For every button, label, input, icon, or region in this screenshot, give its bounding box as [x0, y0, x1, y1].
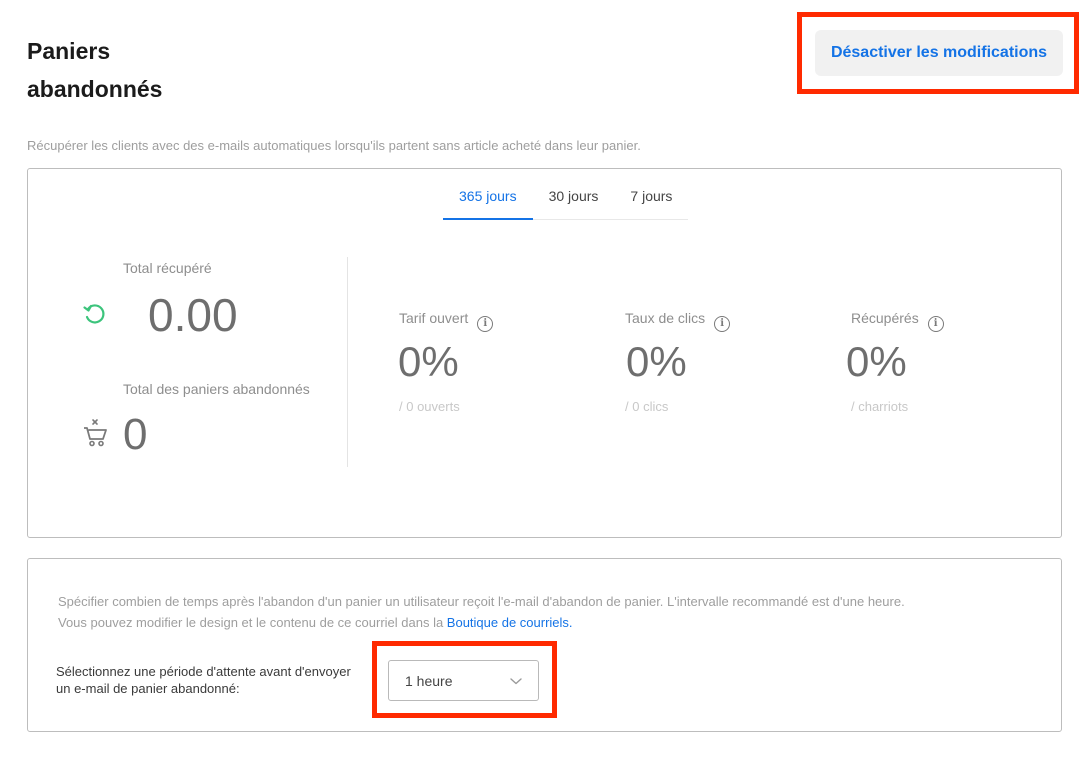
metric-click-rate-value: 0% — [626, 338, 687, 385]
total-abandoned-label: Total des paniers abandonnés — [123, 381, 310, 397]
metric-open-rate-label: Tarif ouvert i — [399, 310, 494, 332]
metric-open-rate-text: Tarif ouvert — [399, 310, 469, 326]
info-icon[interactable]: i — [927, 316, 944, 332]
total-recovered-label: Total récupéré — [123, 260, 212, 276]
metric-open-rate-value: 0% — [398, 338, 459, 385]
total-abandoned-value: 0 — [123, 410, 148, 459]
wait-period-select[interactable]: 1 heure — [388, 660, 539, 701]
metric-click-rate-sub: / 0 clics — [625, 399, 669, 414]
page-title-line2: abandonnés — [27, 76, 163, 102]
info-icon[interactable]: i — [477, 316, 494, 332]
email-shop-link[interactable]: Boutique de courriels. — [447, 615, 573, 630]
tab-365-days[interactable]: 365 jours — [443, 183, 533, 220]
settings-description-line1: Spécifier combien de temps après l'aband… — [58, 594, 905, 609]
settings-description-line2: Vous pouvez modifier le design et le con… — [58, 612, 905, 633]
disable-changes-button[interactable]: Désactiver les modifications — [815, 30, 1063, 76]
info-icon[interactable]: i — [714, 316, 731, 332]
page-subtitle: Récupérer les clients avec des e-mails a… — [27, 138, 641, 153]
refresh-icon — [83, 304, 105, 324]
settings-card: Spécifier combien de temps après l'aband… — [27, 558, 1062, 732]
stats-divider — [347, 257, 348, 467]
metric-recovered-text: Récupérés — [851, 310, 919, 326]
metric-recovered-sub: / charriots — [851, 399, 909, 414]
total-recovered-value: 0.00 — [148, 289, 238, 341]
metric-recovered-value: 0% — [846, 338, 907, 385]
period-tabs: 365 jours 30 jours 7 jours — [443, 183, 689, 220]
tab-30-days[interactable]: 30 jours — [533, 183, 615, 220]
wait-period-label: Sélectionnez une période d'attente avant… — [56, 664, 351, 696]
tab-7-days[interactable]: 7 jours — [614, 183, 688, 220]
settings-description-line2-text: Vous pouvez modifier le design et le con… — [58, 615, 447, 630]
metric-recovered-label: Récupérés i — [851, 310, 944, 332]
page-title-line1: Paniers — [27, 38, 111, 64]
abandoned-carts-page: Paniers abandonnés Désactiver les modifi… — [0, 0, 1090, 758]
chevron-down-icon — [510, 678, 522, 685]
wait-period-value: 1 heure — [405, 673, 453, 689]
stats-card: 365 jours 30 jours 7 jours Total récupér… — [27, 168, 1062, 538]
metric-click-rate-text: Taux de clics — [625, 310, 706, 326]
page-title: Paniers abandonnés — [27, 32, 162, 108]
settings-description: Spécifier combien de temps après l'aband… — [58, 591, 905, 633]
metric-open-rate-sub: / 0 ouverts — [399, 399, 460, 414]
metric-click-rate-label: Taux de clics i — [625, 310, 731, 332]
cart-remove-icon — [84, 419, 107, 447]
